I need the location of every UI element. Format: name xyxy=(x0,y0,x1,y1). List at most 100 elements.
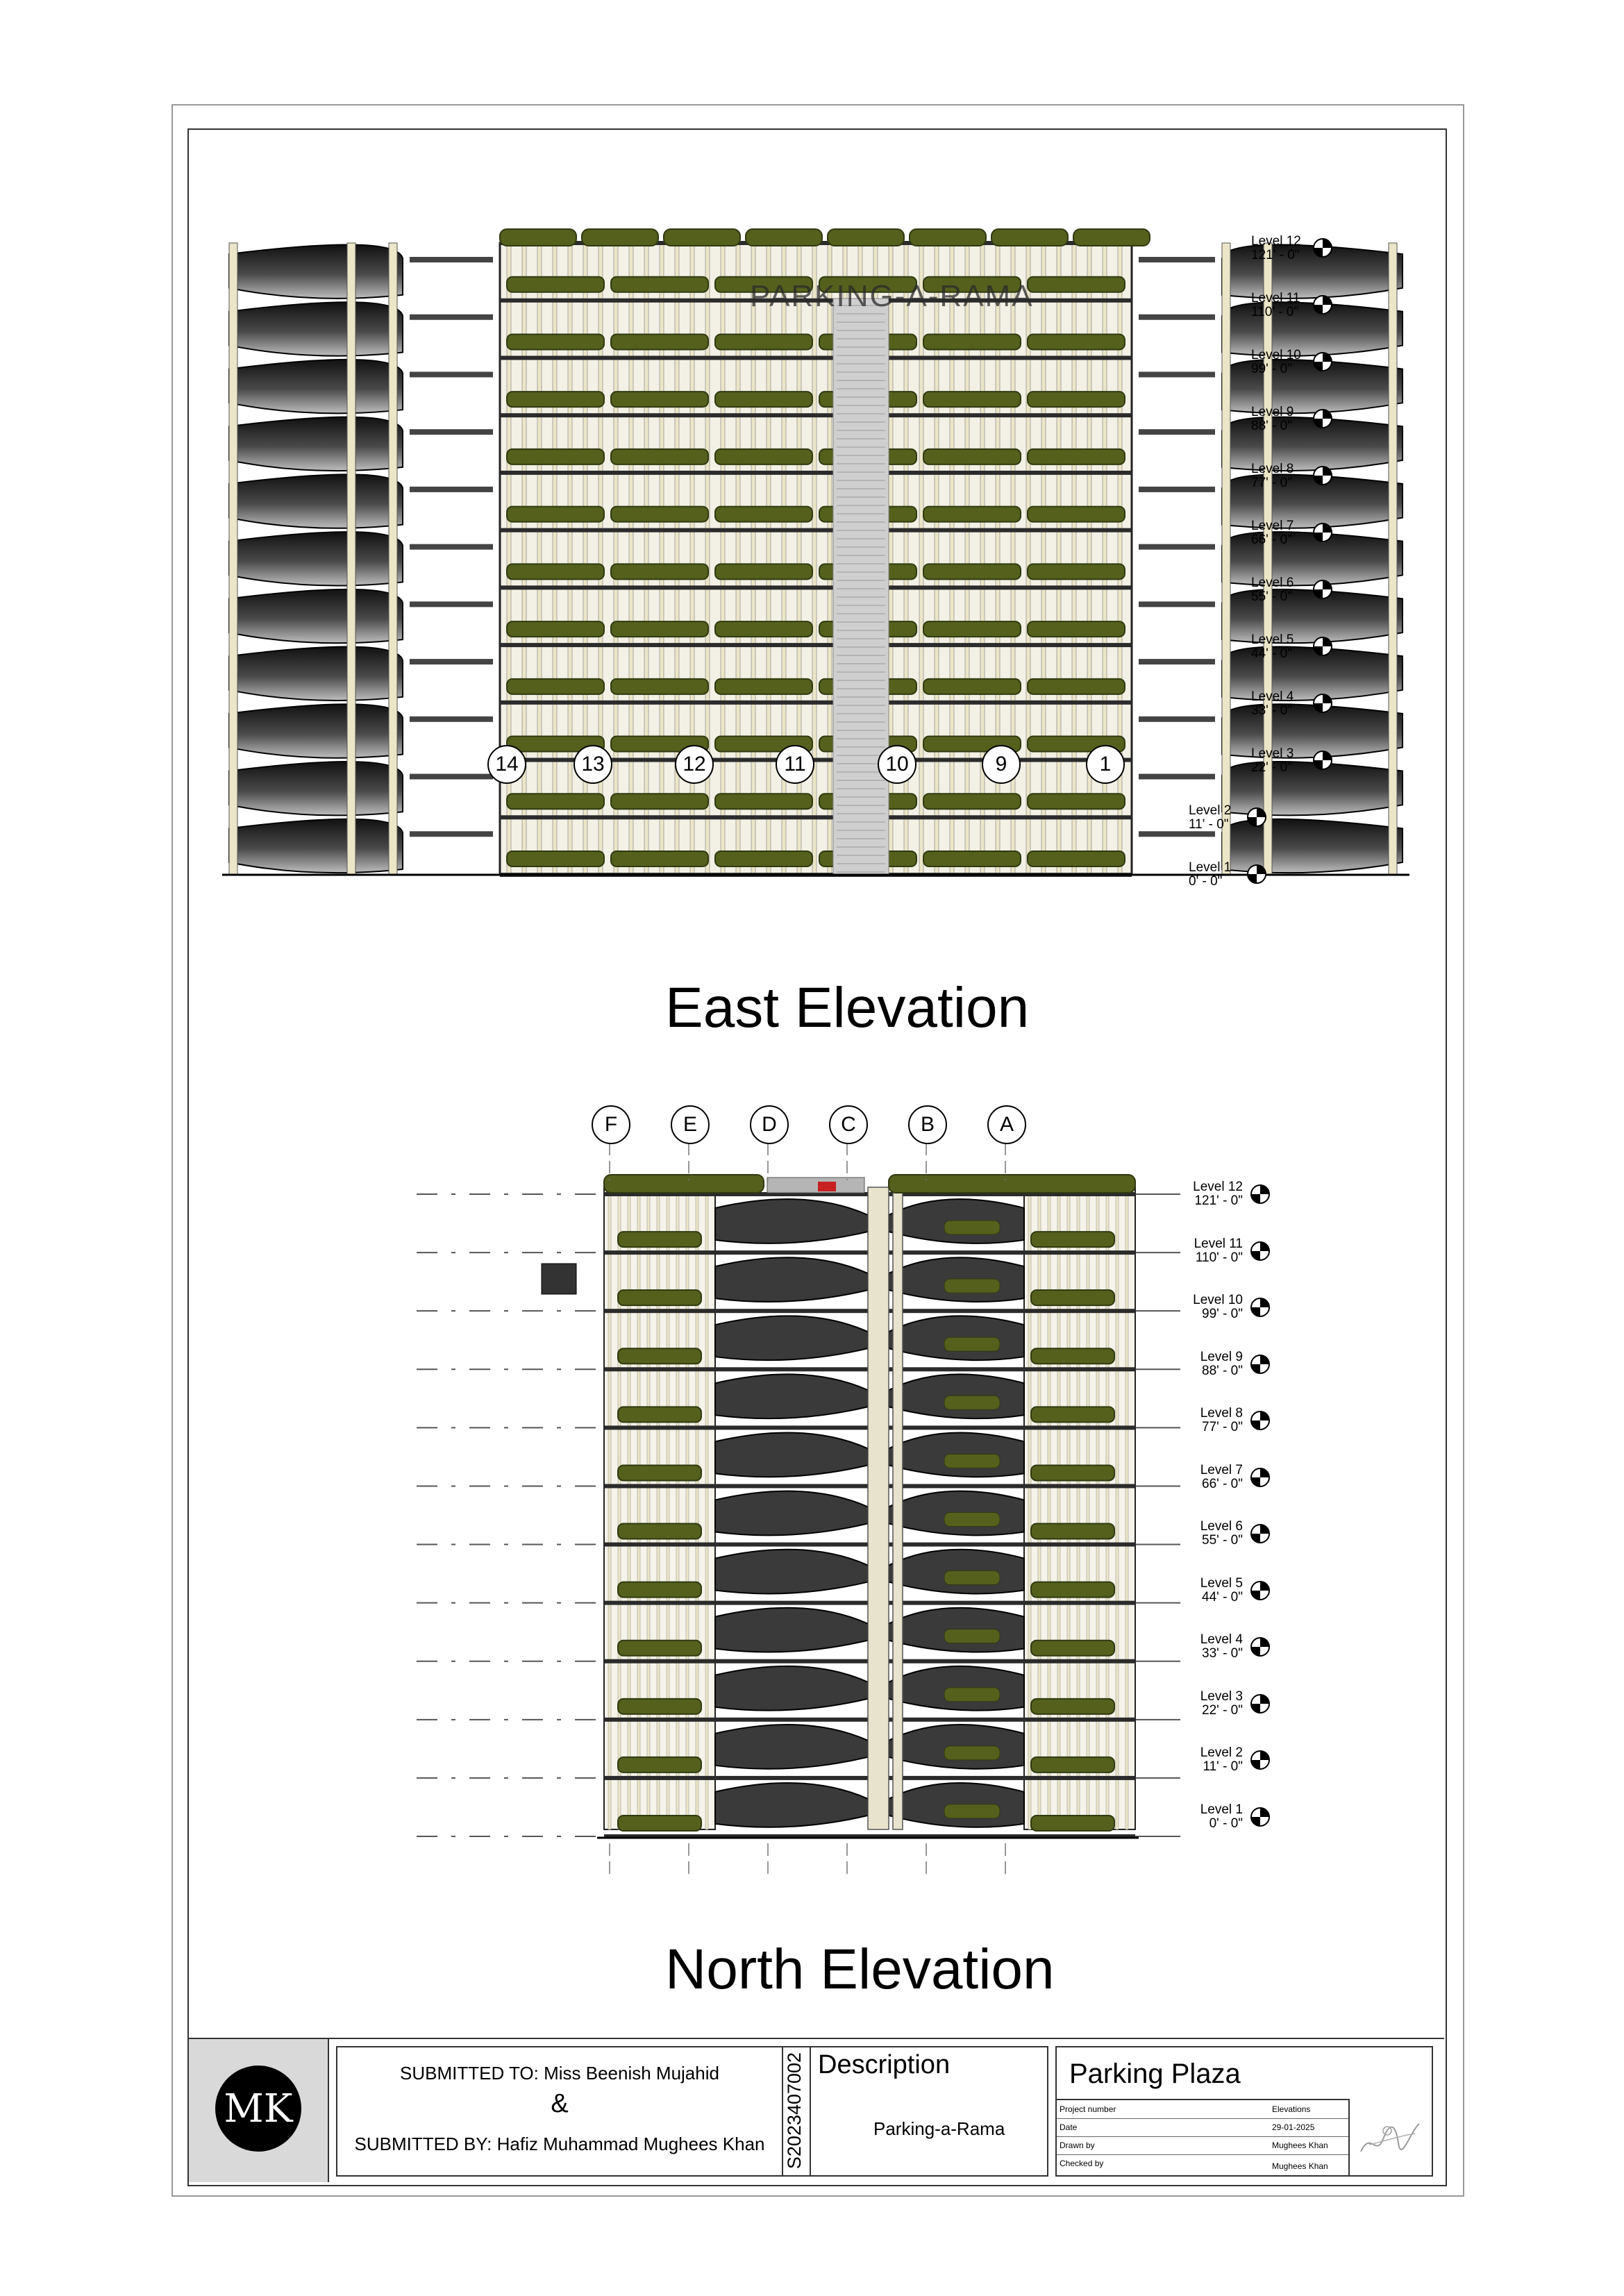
project-name: Parking Plaza xyxy=(1069,2059,1241,2089)
east-side-rail xyxy=(410,486,493,492)
east-planter xyxy=(714,621,813,638)
east-planter xyxy=(714,850,813,867)
east-ramp-left xyxy=(228,244,403,299)
project-fields: Project number Elevations Date 29-01-202… xyxy=(1057,2099,1350,2175)
east-planter xyxy=(506,563,605,580)
east-planter xyxy=(610,505,709,523)
east-level-marker-icon xyxy=(1313,523,1332,542)
east-ramp-right xyxy=(1221,531,1403,587)
east-outer-column xyxy=(1388,242,1398,875)
east-planter xyxy=(506,448,605,465)
north-mullion xyxy=(1086,1187,1090,1830)
north-level-marker-icon xyxy=(1250,1184,1270,1204)
north-mullion xyxy=(1057,1187,1061,1830)
east-level-elevation: 99' - 0" xyxy=(1251,362,1292,376)
east-level-elevation: 66' - 0" xyxy=(1251,533,1292,547)
east-planter xyxy=(923,391,1021,408)
north-level-elevation: 110' - 0" xyxy=(1195,1250,1243,1265)
north-planter xyxy=(1030,1348,1115,1365)
logo-cell: MK xyxy=(189,2039,329,2182)
north-ramp-left xyxy=(714,1607,869,1653)
north-planter xyxy=(617,1289,702,1307)
east-level-marker-icon xyxy=(1247,864,1266,884)
north-mullion xyxy=(617,1187,621,1830)
east-planter xyxy=(1027,448,1125,465)
east-planter xyxy=(506,276,605,293)
east-planter xyxy=(506,793,605,810)
north-grid-label: C xyxy=(841,1113,856,1136)
ampersand: & xyxy=(551,2089,569,2118)
field-value: Elevations xyxy=(1272,2104,1311,2114)
east-grid-bubble: 13 xyxy=(574,745,612,784)
north-planter xyxy=(617,1464,702,1482)
east-side-rail xyxy=(410,716,493,722)
east-planter xyxy=(610,793,709,810)
north-planter xyxy=(617,1581,702,1598)
north-level-name: Level 5 xyxy=(1200,1575,1243,1591)
east-side-rail xyxy=(410,314,493,320)
north-mullion xyxy=(1028,1187,1032,1830)
north-level-elevation: 88' - 0" xyxy=(1202,1363,1243,1378)
east-slab xyxy=(500,815,1132,820)
east-level-elevation: 33' - 0" xyxy=(1251,703,1292,718)
east-ramp-left xyxy=(228,301,403,357)
north-grid-bubble: F xyxy=(592,1105,630,1144)
east-planter xyxy=(923,678,1021,695)
field-row: Checked by Mughees Khan xyxy=(1057,2154,1348,2174)
north-level-marker-icon xyxy=(1250,1524,1270,1543)
north-level-elevation: 121' - 0" xyxy=(1194,1193,1243,1208)
north-level-marker-icon xyxy=(1250,1298,1270,1317)
north-ramp-left xyxy=(714,1198,869,1244)
submitted-by: SUBMITTED BY: Hafiz Muhammad Mughees Kha… xyxy=(354,2134,765,2154)
north-mullion xyxy=(656,1187,660,1830)
north-planter xyxy=(1030,1815,1115,1832)
north-ramp-planter xyxy=(944,1278,1001,1293)
north-planter xyxy=(617,1698,702,1715)
east-side-rail xyxy=(410,371,493,378)
mk-logo-text: MK xyxy=(224,2086,293,2131)
north-mullion xyxy=(1076,1187,1080,1830)
east-side-rail xyxy=(1139,371,1215,378)
east-side-rail xyxy=(1139,831,1215,837)
east-slab xyxy=(500,700,1132,705)
east-grid-bubble: 11 xyxy=(776,745,814,784)
east-planter xyxy=(923,333,1021,351)
north-ramp-left xyxy=(714,1315,869,1361)
east-level-elevation: 110' - 0" xyxy=(1251,305,1299,319)
student-id-cell: S2023407002 xyxy=(780,2046,810,2177)
east-level-name: Level 8 xyxy=(1251,462,1294,476)
north-grid-label: E xyxy=(683,1113,697,1136)
north-grid-bubble: B xyxy=(908,1105,947,1144)
north-ramp-planter xyxy=(944,1804,1001,1819)
north-grid-bubble: C xyxy=(829,1105,868,1144)
east-planter xyxy=(506,678,605,695)
east-ramp-right xyxy=(1221,301,1403,357)
north-elevation-drawing xyxy=(417,1125,1180,1875)
east-ramp-right xyxy=(1221,474,1403,529)
north-ramp-planter xyxy=(944,1336,1001,1352)
east-planter xyxy=(1027,505,1125,523)
east-planter xyxy=(714,563,813,580)
north-ramp-left xyxy=(714,1665,869,1711)
north-planter xyxy=(1030,1698,1115,1715)
east-roof-planter xyxy=(909,228,987,246)
east-level-marker-icon xyxy=(1313,580,1332,599)
north-ramp-planter xyxy=(944,1629,1001,1644)
east-planter xyxy=(1027,391,1125,408)
north-level-elevation: 33' - 0" xyxy=(1202,1646,1243,1661)
north-level-marker-icon xyxy=(1250,1354,1270,1374)
north-ramp-left xyxy=(714,1373,869,1420)
east-planter xyxy=(1027,333,1125,351)
east-ramp-left xyxy=(228,416,403,472)
east-ramp-left xyxy=(228,646,403,701)
east-planter xyxy=(1027,850,1125,867)
east-level-marker-icon xyxy=(1313,466,1332,485)
east-planter xyxy=(610,276,709,293)
east-planter xyxy=(714,793,813,810)
east-grid-label: 12 xyxy=(683,753,706,776)
east-side-rail xyxy=(410,429,493,435)
north-core-column xyxy=(892,1187,903,1830)
student-id: S2023407002 xyxy=(784,2052,805,2170)
east-mullion xyxy=(919,242,924,875)
north-level-marker-icon xyxy=(1250,1807,1270,1827)
